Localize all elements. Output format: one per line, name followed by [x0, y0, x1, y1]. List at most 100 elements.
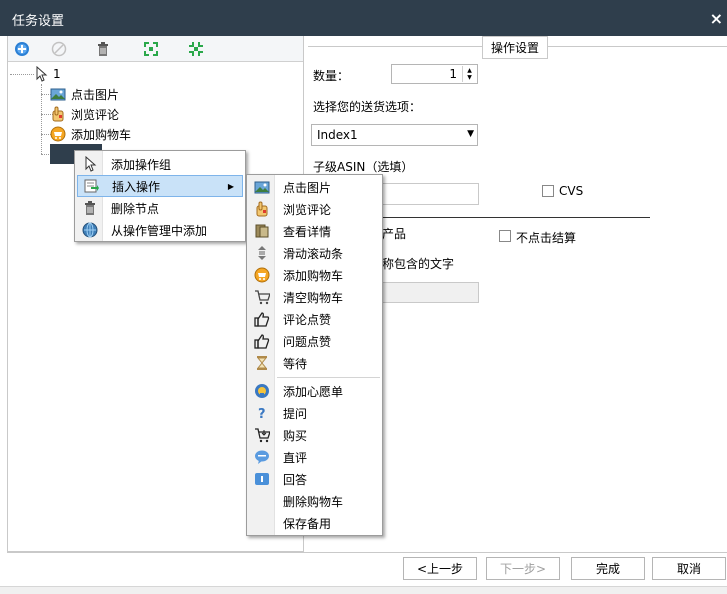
- question-icon: ?: [258, 407, 266, 421]
- name-contains-input[interactable]: [382, 282, 479, 303]
- submenu-item-buy[interactable]: 购买: [249, 424, 380, 446]
- tree-connector: [10, 74, 34, 75]
- hourglass-icon: [256, 356, 268, 370]
- tree-node-label: 浏览评论: [71, 107, 120, 122]
- product-label: 产品: [382, 227, 407, 241]
- book-icon: [255, 224, 269, 238]
- no-checkout-checkbox[interactable]: [499, 230, 511, 242]
- quantity-label: 数量：: [313, 69, 350, 83]
- stepper-up-icon[interactable]: ▲: [467, 67, 472, 74]
- cancel-button[interactable]: 取消: [652, 557, 726, 580]
- submenu-item-ask[interactable]: ? 提问: [249, 402, 380, 424]
- dropdown-arrow-icon: ▼: [467, 129, 474, 139]
- quantity-value: 1: [449, 67, 457, 81]
- insert-icon: [84, 179, 99, 193]
- thumbs-up-icon: [254, 334, 270, 349]
- shipping-select[interactable]: Index1 ▼: [311, 124, 478, 146]
- submenu-item-wait[interactable]: 等待: [249, 352, 380, 374]
- submenu-item-click-picture[interactable]: 点击图片: [249, 176, 380, 198]
- submenu-item-like-question[interactable]: 问题点赞: [249, 330, 380, 352]
- quantity-stepper[interactable]: 1 ▲ ▼: [391, 64, 478, 84]
- submenu-item-empty-cart[interactable]: 清空购物车: [249, 286, 380, 308]
- expand-button[interactable]: [142, 40, 160, 58]
- trash-icon: [85, 201, 95, 215]
- menu-item-label: 插入操作: [112, 179, 161, 194]
- menu-item-insert-operation[interactable]: 插入操作 ▶: [77, 175, 243, 197]
- trash-icon: [98, 42, 108, 56]
- collapse-button[interactable]: [187, 40, 205, 58]
- submenu-item-answer[interactable]: 回答: [249, 468, 380, 490]
- menu-item-label: 问题点赞: [283, 334, 332, 349]
- picture-icon: [254, 181, 270, 194]
- group-caption: 操作设置: [482, 36, 549, 59]
- cvs-label: CVS: [559, 184, 584, 198]
- submenu-item-scroll[interactable]: 滑动滚动条: [249, 242, 380, 264]
- submenu-item-add-to-cart[interactable]: 添加购物车: [249, 264, 380, 286]
- menu-item-label: 评论点赞: [283, 312, 332, 327]
- disabled-icon: [51, 41, 67, 57]
- menu-item-add-from-manager[interactable]: 从操作管理中添加: [77, 219, 243, 241]
- tree-node-label: 添加购物车: [71, 127, 132, 142]
- title-bar: 任务设置 ×: [0, 0, 727, 36]
- menu-item-label: 清空购物车: [283, 290, 344, 305]
- tree-node-add-to-cart[interactable]: 添加购物车: [50, 124, 131, 144]
- name-contains-label: 称包含的文字: [382, 257, 455, 271]
- buy-cart-icon: [255, 428, 270, 443]
- insert-operation-submenu: 点击图片 浏览评论 查看详情 滑动滚动条 添加购物车 清空购物车 评论点赞 问题…: [246, 174, 383, 536]
- menu-item-label: 回答: [283, 472, 308, 487]
- disable-button[interactable]: [50, 40, 68, 58]
- submenu-item-direct-review[interactable]: 直评: [249, 446, 380, 468]
- submenu-item-view-details[interactable]: 查看详情: [249, 220, 380, 242]
- add-icon: [15, 42, 29, 56]
- menu-item-label: 添加操作组: [111, 157, 172, 172]
- submenu-item-save-backup[interactable]: 保存备用: [249, 512, 380, 534]
- tree-node-browse-reviews[interactable]: 浏览评论: [50, 104, 119, 124]
- cart-add-icon: [50, 126, 66, 142]
- tree-node-label: 1: [53, 67, 61, 81]
- stepper-arrows[interactable]: ▲ ▼: [462, 66, 476, 82]
- submenu-item-add-wishlist[interactable]: 添加心愿单: [249, 380, 380, 402]
- collapse-icon: [189, 42, 203, 56]
- window-title: 任务设置: [12, 14, 65, 29]
- cursor-icon: [36, 66, 48, 82]
- menu-item-label: 购买: [283, 428, 308, 443]
- close-button[interactable]: ×: [710, 9, 723, 28]
- thumbs-up-icon: [254, 312, 270, 327]
- menu-item-add-operation-group[interactable]: 添加操作组: [77, 153, 243, 175]
- add-button[interactable]: [13, 40, 31, 58]
- answer-icon: [255, 473, 269, 485]
- menu-item-label: 删除节点: [111, 201, 160, 216]
- submenu-item-delete-cart[interactable]: 删除购物车: [249, 490, 380, 512]
- tree-node-label: 点击图片: [71, 87, 120, 102]
- svg-text:?: ?: [258, 407, 266, 421]
- menu-item-label: 添加心愿单: [283, 384, 344, 399]
- hand-icon: [52, 106, 64, 122]
- cvs-checkbox[interactable]: [542, 185, 554, 197]
- menu-item-label: 等待: [283, 356, 308, 371]
- menu-separator: [277, 377, 380, 378]
- menu-item-label: 浏览评论: [283, 202, 332, 217]
- tree-node-root[interactable]: 1: [34, 64, 61, 84]
- submenu-item-like-review[interactable]: 评论点赞: [249, 308, 380, 330]
- asin-label: 子级ASIN（选填）: [313, 160, 414, 174]
- delete-button[interactable]: [94, 40, 112, 58]
- tree-toolbar: [8, 36, 303, 62]
- next-button[interactable]: 下一步>: [486, 557, 560, 580]
- tree-node-click-picture[interactable]: 点击图片: [50, 84, 119, 104]
- globe-icon: [82, 222, 98, 238]
- menu-item-label: 滑动滚动条: [283, 246, 344, 261]
- cart-add-icon: [254, 267, 270, 283]
- finish-button[interactable]: 完成: [571, 557, 645, 580]
- chat-icon: [255, 450, 269, 464]
- menu-item-label: 从操作管理中添加: [111, 223, 208, 238]
- prev-button[interactable]: <上一步: [403, 557, 477, 580]
- cart-empty-icon: [255, 290, 270, 305]
- menu-item-delete-node[interactable]: 删除节点: [77, 197, 243, 219]
- stepper-down-icon[interactable]: ▼: [467, 74, 472, 81]
- menu-item-label: 删除购物车: [283, 494, 344, 509]
- status-strip: [0, 586, 727, 594]
- wishlist-icon: [255, 384, 269, 398]
- submenu-item-browse-reviews[interactable]: 浏览评论: [249, 198, 380, 220]
- shipping-label: 选择您的送货选项：: [313, 100, 422, 114]
- menu-item-label: 添加购物车: [283, 268, 344, 283]
